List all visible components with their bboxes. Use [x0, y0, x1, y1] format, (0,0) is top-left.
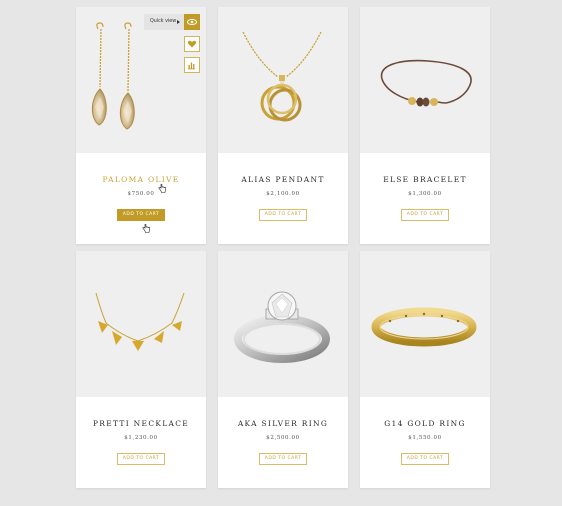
wishlist-button[interactable] [184, 36, 200, 52]
hand-pointer-icon [158, 184, 166, 193]
product-price: $2,100.00 [266, 191, 300, 197]
add-to-cart-button[interactable]: ADD TO CART [259, 453, 307, 465]
add-to-cart-button[interactable]: ADD TO CART [401, 453, 449, 465]
eye-icon [187, 18, 197, 26]
product-price: $1,550.00 [408, 435, 442, 441]
quick-view-button[interactable] [184, 14, 200, 30]
product-name[interactable]: G14 GOLD RING [360, 419, 490, 428]
quick-view-tooltip: Quick view [144, 14, 184, 30]
product-card-paloma-olive[interactable]: Quick view PALOMA OLIVE $750.00 ADD TO C… [76, 7, 206, 244]
product-image-silver-ring[interactable] [218, 251, 348, 397]
product-price: $1,230.00 [124, 435, 158, 441]
bar-chart-icon [188, 62, 195, 70]
pendant-image [242, 31, 322, 122]
product-card-pretti-necklace[interactable]: PRETTI NECKLACE $1,230.00 ADD TO CART [76, 251, 206, 488]
product-price: $2,500.00 [266, 435, 300, 441]
product-name[interactable]: ELSE BRACELET [360, 175, 490, 184]
add-to-cart-button[interactable]: ADD TO CART [117, 453, 165, 465]
compare-button[interactable] [184, 57, 200, 73]
product-card-aka-silver-ring[interactable]: AKA SILVER RING $2,500.00 ADD TO CART [218, 251, 348, 488]
product-card-g14-gold-ring[interactable]: G14 GOLD RING $1,550.00 ADD TO CART [360, 251, 490, 488]
product-image-necklace[interactable] [76, 251, 206, 397]
diamond-ring-image [234, 291, 330, 363]
add-to-cart-button[interactable]: ADD TO CART [401, 209, 449, 221]
product-name[interactable]: PALOMA OLIVE [76, 175, 206, 184]
product-card-alias-pendant[interactable]: ALIAS PENDANT $2,100.00 ADD TO CART [218, 7, 348, 244]
product-card-else-bracelet[interactable]: ELSE BRACELET $1,300.00 ADD TO CART [360, 7, 490, 244]
add-to-cart-button[interactable]: ADD TO CART [117, 209, 165, 221]
product-price: $1,300.00 [408, 191, 442, 197]
product-image-bracelet[interactable] [360, 7, 490, 153]
hand-pointer-icon [142, 224, 150, 233]
tooltip-arrow-icon [177, 20, 180, 24]
product-price: $750.00 [127, 191, 155, 197]
product-name[interactable]: ALIAS PENDANT [218, 175, 348, 184]
quick-view-label: Quick view [150, 19, 177, 24]
product-name[interactable]: PRETTI NECKLACE [76, 419, 206, 428]
heart-icon [187, 40, 197, 48]
add-to-cart-button[interactable]: ADD TO CART [259, 209, 307, 221]
product-grid: Quick view PALOMA OLIVE $750.00 ADD TO C… [0, 0, 562, 506]
product-image-pendant[interactable] [218, 7, 348, 153]
product-image-gold-bangle[interactable] [360, 251, 490, 397]
product-name[interactable]: AKA SILVER RING [218, 419, 348, 428]
gold-bangle-image [371, 307, 477, 347]
triangle-necklace-image [95, 292, 185, 351]
cord-bracelet-image [380, 59, 472, 107]
